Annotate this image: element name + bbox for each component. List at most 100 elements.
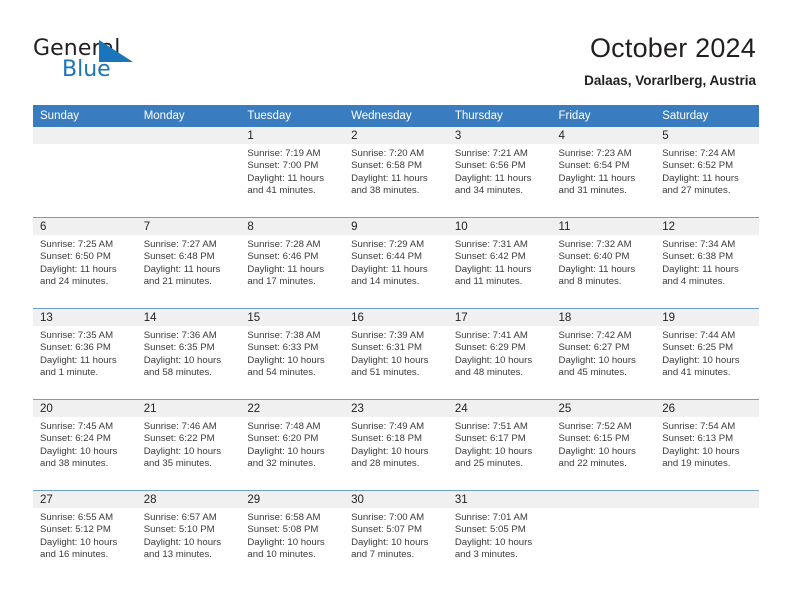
calendar-day-cell[interactable]: 30 Sunrise: 7:00 AM Sunset: 5:07 PM Dayligh… [344, 490, 448, 581]
day-number: 5 [655, 127, 759, 144]
daylight-text-2: and 3 minutes. [454, 549, 518, 561]
calendar-day-cell[interactable]: 27 Sunrise: 6:55 AM Sunset: 5:12 PM Dayligh… [33, 490, 137, 581]
calendar-body: 1 Sunrise: 7:19 AM Sunset: 7:00 PM Daylight… [33, 127, 759, 581]
day-number: 29 [240, 491, 345, 508]
daylight-text-2: and 11 minutes. [454, 276, 523, 288]
daylight-text-1: Daylight: 10 hours [454, 445, 533, 457]
daylight-text-2: and 7 minutes. [351, 549, 415, 561]
calendar-day-cell[interactable]: 5 Sunrise: 7:24 AM Sunset: 6:52 PM Daylight… [655, 127, 759, 218]
sunset-text: Sunset: 6:20 PM [247, 433, 319, 445]
sunset-text: Sunset: 7:00 PM [247, 160, 319, 172]
sunset-text: Sunset: 5:10 PM [143, 524, 215, 536]
day-cell-inner: 6 Sunrise: 7:25 AM Sunset: 6:50 PM Daylight… [33, 218, 137, 308]
day-cell-details: Sunrise: 7:19 AM Sunset: 7:00 PM Daylight:… [240, 144, 344, 198]
daylight-text-1: Daylight: 10 hours [40, 536, 118, 548]
sunset-text: Sunset: 6:36 PM [40, 342, 111, 354]
calendar-day-cell[interactable]: 2 Sunrise: 7:20 AM Sunset: 6:58 PM Daylight… [344, 127, 448, 218]
calendar-day-cell[interactable]: 22 Sunrise: 7:48 AM Sunset: 6:20 PM Dayligh… [240, 399, 345, 491]
weekday-header-row: Sunday Monday Tuesday Wednesday Thursday Frid… [33, 105, 759, 127]
day-cell-details: Sunrise: 7:39 AM Sunset: 6:31 PM Daylight:… [344, 326, 448, 380]
calendar-day-cell[interactable]: 3 Sunrise: 7:21 AM Sunset: 6:56 PM Daylight… [447, 127, 552, 218]
sunrise-text: Sunrise: 7:52 AM [558, 421, 632, 432]
daylight-text-1: Daylight: 10 hours [143, 536, 222, 548]
calendar-day-cell[interactable]: 8 Sunrise: 7:28 AM Sunset: 6:46 PM Daylight… [240, 217, 345, 309]
day-number: 1 [240, 127, 345, 144]
sunset-text: Sunset: 6:22 PM [143, 433, 215, 445]
calendar-day-cell[interactable]: 7 Sunrise: 7:27 AM Sunset: 6:48 PM Daylight… [136, 217, 241, 309]
sunset-text: Sunset: 6:58 PM [351, 160, 423, 172]
calendar-day-cell[interactable]: 11 Sunrise: 7:32 AM Sunset: 6:40 PM Dayligh… [551, 217, 656, 309]
day-cell-inner: 16 Sunrise: 7:39 AM Sunset: 6:31 PM Dayligh… [344, 309, 448, 399]
day-number: 19 [655, 309, 759, 326]
weekday-header-friday: Friday [551, 105, 656, 127]
calendar-day-cell[interactable]: 16 Sunrise: 7:39 AM Sunset: 6:31 PM Dayligh… [344, 308, 448, 400]
calendar-day-cell[interactable]: 25 Sunrise: 7:52 AM Sunset: 6:15 PM Dayligh… [551, 399, 656, 491]
sunrise-text: Sunrise: 7:35 AM [40, 330, 114, 341]
sunrise-text: Sunrise: 7:51 AM [454, 421, 528, 432]
day-cell-inner: 9 Sunrise: 7:29 AM Sunset: 6:44 PM Daylight… [344, 218, 448, 308]
day-cell-details [33, 144, 137, 148]
sunset-text: Sunset: 6:38 PM [662, 251, 734, 263]
calendar-day-cell[interactable]: 29 Sunrise: 6:58 AM Sunset: 5:08 PM Dayligh… [240, 490, 345, 581]
calendar-day-cell[interactable]: 14 Sunrise: 7:36 AM Sunset: 6:35 PM Dayligh… [136, 308, 241, 400]
calendar-day-cell[interactable]: 9 Sunrise: 7:29 AM Sunset: 6:44 PM Daylight… [344, 217, 448, 309]
calendar-day-cell[interactable]: 24 Sunrise: 7:51 AM Sunset: 6:17 PM Dayligh… [447, 399, 552, 491]
sunset-text: Sunset: 6:42 PM [454, 251, 526, 263]
sunrise-text: Sunrise: 6:57 AM [143, 512, 217, 523]
day-cell-details: Sunrise: 7:41 AM Sunset: 6:29 PM Daylight:… [448, 326, 552, 380]
sunset-text: Sunset: 6:18 PM [351, 433, 423, 445]
day-cell-inner [655, 491, 759, 581]
sunset-text: Sunset: 6:40 PM [558, 251, 630, 263]
day-cell-inner: 20 Sunrise: 7:45 AM Sunset: 6:24 PM Dayligh… [33, 400, 137, 490]
sunrise-text: Sunrise: 7:19 AM [247, 148, 321, 159]
day-cell-details: Sunrise: 7:52 AM Sunset: 6:15 PM Daylight:… [552, 417, 656, 471]
calendar-day-cell[interactable]: 4 Sunrise: 7:23 AM Sunset: 6:54 PM Daylight… [551, 127, 656, 218]
calendar-day-cell[interactable]: 6 Sunrise: 7:25 AM Sunset: 6:50 PM Daylight… [33, 217, 137, 309]
day-cell-inner [136, 127, 241, 217]
day-number: 25 [551, 400, 656, 417]
day-cell-inner: 10 Sunrise: 7:31 AM Sunset: 6:42 PM Dayligh… [447, 218, 552, 308]
daylight-text-2: and 58 minutes. [143, 367, 212, 379]
calendar-day-cell[interactable]: 13 Sunrise: 7:35 AM Sunset: 6:36 PM Dayligh… [33, 308, 137, 400]
calendar-grid-wrapper: Sunday Monday Tuesday Wednesday Thursday Frid… [33, 105, 759, 581]
day-number: 8 [240, 218, 345, 235]
sunset-text: Sunset: 6:50 PM [40, 251, 111, 263]
weekday-header-sunday: Sunday [33, 105, 137, 127]
calendar-day-cell[interactable]: 31 Sunrise: 7:01 AM Sunset: 5:05 PM Dayligh… [447, 490, 552, 581]
calendar-day-cell[interactable]: 17 Sunrise: 7:41 AM Sunset: 6:29 PM Dayligh… [447, 308, 552, 400]
day-cell-details: Sunrise: 6:55 AM Sunset: 5:12 PM Daylight:… [33, 508, 137, 562]
calendar-day-cell[interactable]: 10 Sunrise: 7:31 AM Sunset: 6:42 PM Dayligh… [447, 217, 552, 309]
daylight-text-1: Daylight: 10 hours [247, 445, 325, 457]
sunset-text: Sunset: 6:54 PM [558, 160, 630, 172]
day-number: 7 [136, 218, 241, 235]
weekday-header-thursday: Thursday [447, 105, 552, 127]
day-cell-inner: 12 Sunrise: 7:34 AM Sunset: 6:38 PM Dayligh… [655, 218, 759, 308]
calendar-day-cell[interactable]: 12 Sunrise: 7:34 AM Sunset: 6:38 PM Dayligh… [655, 217, 759, 309]
day-cell-details: Sunrise: 7:01 AM Sunset: 5:05 PM Daylight:… [448, 508, 552, 562]
day-cell-details: Sunrise: 7:36 AM Sunset: 6:35 PM Daylight:… [137, 326, 241, 380]
daylight-text-1: Daylight: 11 hours [662, 263, 739, 275]
day-cell-details: Sunrise: 7:44 AM Sunset: 6:25 PM Daylight:… [655, 326, 759, 380]
calendar-day-cell[interactable]: 28 Sunrise: 6:57 AM Sunset: 5:10 PM Dayligh… [136, 490, 241, 581]
day-cell-details: Sunrise: 7:51 AM Sunset: 6:17 PM Daylight:… [448, 417, 552, 471]
sunset-text: Sunset: 6:35 PM [143, 342, 215, 354]
calendar-day-cell[interactable]: 19 Sunrise: 7:44 AM Sunset: 6:25 PM Dayligh… [655, 308, 759, 400]
day-number: 26 [655, 400, 759, 417]
calendar-day-cell[interactable]: 18 Sunrise: 7:42 AM Sunset: 6:27 PM Dayligh… [551, 308, 656, 400]
calendar-day-cell[interactable]: 20 Sunrise: 7:45 AM Sunset: 6:24 PM Dayligh… [33, 399, 137, 491]
daylight-text-1: Daylight: 11 hours [662, 172, 739, 184]
calendar-day-cell[interactable]: 15 Sunrise: 7:38 AM Sunset: 6:33 PM Dayligh… [240, 308, 345, 400]
calendar-day-cell[interactable]: 21 Sunrise: 7:46 AM Sunset: 6:22 PM Dayligh… [136, 399, 241, 491]
daylight-text-2: and 35 minutes. [143, 458, 212, 470]
day-cell-inner: 26 Sunrise: 7:54 AM Sunset: 6:13 PM Dayligh… [655, 400, 759, 490]
calendar-day-cell[interactable]: 23 Sunrise: 7:49 AM Sunset: 6:18 PM Dayligh… [344, 399, 448, 491]
daylight-text-1: Daylight: 10 hours [662, 354, 740, 366]
calendar-day-cell[interactable]: 1 Sunrise: 7:19 AM Sunset: 7:00 PM Daylight… [240, 127, 345, 218]
day-cell-details [137, 144, 241, 148]
daylight-text-2: and 19 minutes. [662, 458, 731, 470]
daylight-text-1: Daylight: 10 hours [40, 445, 118, 457]
daylight-text-2: and 38 minutes. [40, 458, 109, 470]
weekday-header-wednesday: Wednesday [344, 105, 448, 127]
calendar-day-cell[interactable]: 26 Sunrise: 7:54 AM Sunset: 6:13 PM Dayligh… [655, 399, 759, 491]
daylight-text-1: Daylight: 11 hours [558, 172, 636, 184]
